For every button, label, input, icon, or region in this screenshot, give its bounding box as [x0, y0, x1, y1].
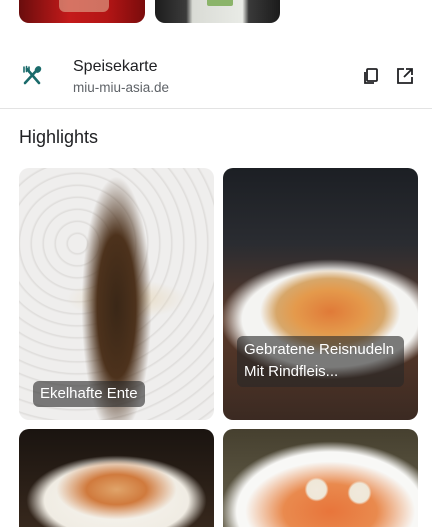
highlight-card[interactable] [19, 429, 214, 527]
section-title-highlights: Highlights [19, 127, 99, 147]
highlight-card[interactable]: Gebratene Reisnudeln Mit Rindfleis... [223, 168, 418, 420]
copy-icon[interactable] [361, 66, 381, 86]
photo-thumbnail[interactable] [19, 0, 145, 23]
highlight-card[interactable] [223, 429, 418, 527]
highlight-card[interactable]: Ekelhafte Ente [19, 168, 214, 420]
photo-thumbnail-strip [0, 0, 432, 24]
highlight-card-label: Gebratene Reisnudeln Mit Rindfleis... [237, 336, 404, 387]
menu-title[interactable]: Speisekarte [73, 58, 158, 76]
divider [0, 108, 432, 109]
menu-url: miu-miu-asia.de [73, 80, 170, 95]
fork-knife-icon [20, 64, 44, 88]
open-in-new-icon[interactable] [395, 66, 415, 86]
menu-link-row[interactable]: Speisekarte miu-miu-asia.de [0, 50, 432, 108]
menu-photo-thumbnail[interactable] [155, 0, 280, 23]
highlight-card-label: Ekelhafte Ente [33, 381, 145, 407]
